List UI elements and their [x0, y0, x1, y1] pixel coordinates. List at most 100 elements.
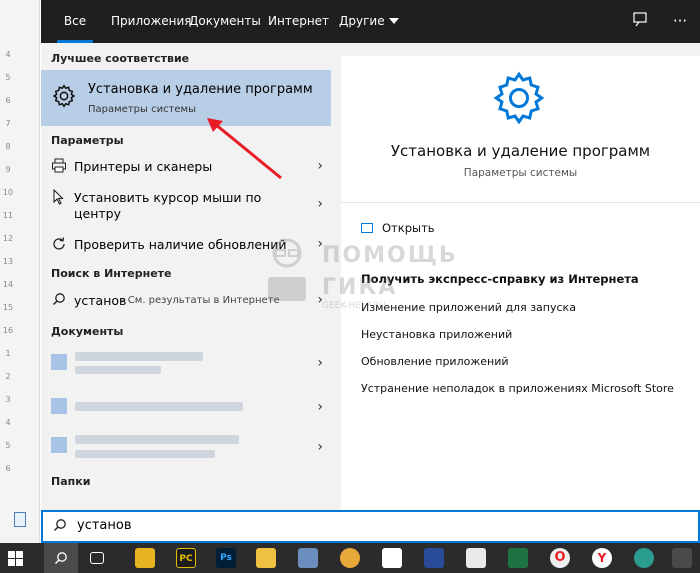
redacted-text	[75, 402, 243, 411]
ruler-mark: 12	[2, 234, 14, 243]
gear-icon	[51, 83, 77, 109]
yandex-browser-icon[interactable]: Y	[592, 548, 612, 568]
chevron-right-icon[interactable]: ›	[317, 439, 323, 455]
cursor-icon	[50, 188, 68, 207]
paint-icon[interactable]	[340, 548, 360, 568]
ruler-mark: 1	[5, 349, 11, 358]
ruler-mark: 5	[5, 73, 11, 82]
ruler-mark: 2	[5, 372, 11, 381]
folders-header: Папки	[51, 475, 91, 488]
printer-icon	[50, 158, 68, 176]
redacted-text	[75, 435, 239, 444]
excel-icon[interactable]	[508, 548, 528, 568]
vertical-ruler: 4 5 6 7 8 9 10 11 12 13 14 15 16 1 2 3 4…	[2, 50, 14, 490]
tab-apps[interactable]: Приложения	[111, 0, 192, 43]
opera-icon[interactable]: O	[550, 548, 570, 568]
taskbar-search-button[interactable]	[44, 543, 78, 573]
ruler-mark: 11	[2, 211, 14, 220]
settings-item-cursor[interactable]: Установить курсор мыши по центру ›	[41, 185, 331, 225]
pycharm-icon[interactable]: PC	[176, 548, 196, 568]
document-item[interactable]: ›	[41, 390, 331, 424]
watermark-logo	[268, 238, 306, 301]
app-icon[interactable]	[672, 548, 692, 568]
more-options-icon[interactable]: ···	[671, 12, 689, 30]
preview-subtitle: Параметры системы	[463, 167, 578, 179]
notepad-icon[interactable]	[466, 548, 486, 568]
document-item[interactable]: ›	[41, 427, 331, 467]
windows-start-icon[interactable]	[8, 551, 23, 566]
app-icon[interactable]	[135, 548, 155, 568]
save-icon[interactable]	[424, 548, 444, 568]
watermark-text: ПОМОЩЬ	[322, 243, 458, 268]
document-icon	[14, 512, 26, 527]
watermark-text: ГИКА	[322, 275, 398, 300]
open-icon	[361, 223, 373, 233]
web-search-suffix: - См. результаты в Интернете	[121, 295, 280, 306]
open-action[interactable]: Открыть	[361, 221, 435, 235]
help-link[interactable]: Обновление приложений	[361, 355, 509, 368]
task-view-icon[interactable]	[90, 552, 104, 564]
chevron-right-icon[interactable]: ›	[317, 399, 323, 415]
background-document: 4 5 6 7 8 9 10 11 12 13 14 15 16 1 2 3 4…	[0, 0, 40, 543]
document-item[interactable]: ›	[41, 346, 331, 380]
search-icon	[53, 518, 67, 536]
chevron-right-icon[interactable]: ›	[317, 196, 323, 212]
ruler-mark: 13	[2, 257, 14, 266]
ruler-mark: 3	[5, 395, 11, 404]
settings-header: Параметры	[51, 134, 124, 147]
settings-item-label-line2: центру	[74, 206, 121, 221]
best-match-header: Лучшее соответствие	[51, 52, 190, 65]
refresh-icon	[50, 236, 68, 254]
document-icon	[51, 398, 67, 414]
annotation-arrow	[207, 118, 282, 180]
chevron-down-icon	[388, 18, 399, 24]
store-icon[interactable]	[382, 548, 402, 568]
web-search-header: Поиск в Интернете	[51, 267, 172, 280]
gear-icon	[489, 68, 549, 128]
help-link[interactable]: Устранение неполадок в приложениях Micro…	[361, 382, 674, 395]
ruler-mark: 9	[5, 165, 11, 174]
feedback-icon[interactable]	[631, 12, 649, 30]
edge-icon[interactable]	[634, 548, 654, 568]
divider	[341, 202, 700, 203]
help-link[interactable]: Неустановка приложений	[361, 328, 512, 341]
ruler-mark: 4	[5, 418, 11, 427]
search-icon	[50, 292, 68, 310]
open-label: Открыть	[382, 221, 435, 235]
ruler-mark: 16	[2, 326, 14, 335]
ruler-mark: 4	[5, 50, 11, 59]
tab-documents[interactable]: Документы	[189, 0, 261, 43]
ruler-mark: 14	[2, 280, 14, 289]
folder-icon[interactable]	[256, 548, 276, 568]
photos-icon[interactable]	[298, 548, 318, 568]
ruler-mark: 6	[5, 96, 11, 105]
search-input[interactable]: установ	[41, 510, 700, 543]
tab-more[interactable]: Другие	[339, 0, 399, 43]
redacted-text	[75, 450, 215, 458]
photoshop-icon[interactable]: Ps	[216, 548, 236, 568]
document-icon	[51, 437, 67, 453]
best-match-title: Установка и удаление программ	[88, 82, 313, 97]
search-tabs-bar: Все Приложения Документы Интернет Другие…	[41, 0, 700, 43]
settings-item-label: Принтеры и сканеры	[74, 159, 213, 174]
ruler-mark: 15	[2, 303, 14, 312]
tab-web[interactable]: Интернет	[268, 0, 329, 43]
preview-title: Установка и удаление программ	[390, 142, 651, 160]
tab-all[interactable]: Все	[57, 0, 93, 43]
taskbar: PC Ps O Y	[0, 543, 700, 573]
settings-item-label: Установить курсор мыши по	[74, 190, 262, 205]
redacted-text	[75, 366, 161, 374]
redacted-text	[75, 352, 203, 361]
ruler-mark: 6	[5, 464, 11, 473]
ruler-mark: 10	[2, 188, 14, 197]
document-icon	[51, 354, 67, 370]
ruler-mark: 8	[5, 142, 11, 151]
chevron-right-icon[interactable]: ›	[317, 158, 323, 174]
ruler-mark: 5	[5, 441, 11, 450]
web-search-query: установ	[74, 293, 127, 308]
watermark: ПОМОЩЬ ГИКА GEEK-HELP.RU	[262, 235, 462, 315]
chevron-right-icon[interactable]: ›	[317, 355, 323, 371]
search-value[interactable]: установ	[77, 518, 132, 533]
documents-header: Документы	[51, 325, 124, 338]
ruler-mark: 7	[5, 119, 11, 128]
